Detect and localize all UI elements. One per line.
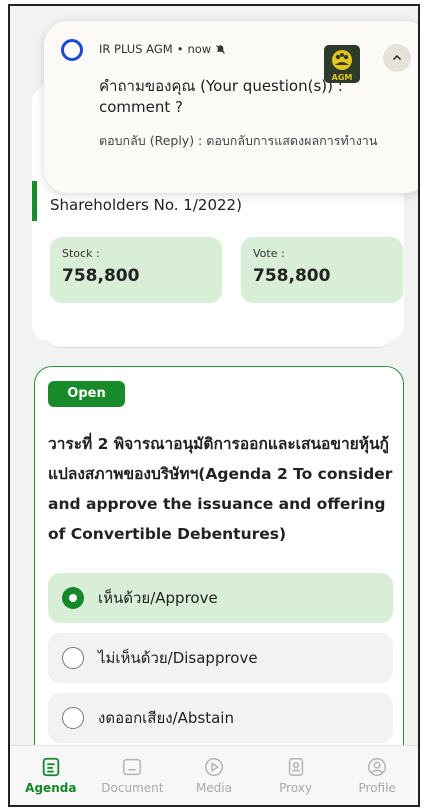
choice-abstain[interactable]: งดออกเสียง/Abstain: [48, 693, 393, 743]
nav-label: Agenda: [25, 781, 77, 795]
nav-label: Profile: [358, 781, 396, 795]
stock-label: Stock :: [62, 247, 100, 260]
stock-value: 758,800: [62, 266, 140, 286]
media-icon: [205, 758, 223, 776]
nav-document[interactable]: Document: [97, 756, 167, 795]
nav-agenda[interactable]: Agenda: [16, 756, 86, 795]
push-notification[interactable]: IR PLUS AGM • now คำถามของคุณ (Your ques…: [44, 21, 418, 193]
choice-disapprove[interactable]: ไม่เห็นด้วย/Disapprove: [48, 633, 393, 683]
collapsed-card: [44, 318, 394, 348]
meeting-accent-bar: [32, 181, 37, 221]
meeting-title: Shareholders No. 1/2022): [50, 196, 242, 214]
agenda-icon: [42, 757, 60, 777]
nav-proxy[interactable]: Proxy: [261, 756, 331, 795]
choice-approve[interactable]: เห็นด้วย/Approve: [48, 573, 393, 623]
proxy-icon: [288, 758, 303, 776]
radio-selected-icon[interactable]: [62, 587, 84, 609]
vote-label: Vote :: [253, 247, 285, 260]
agenda-card: Open วาระที่ 2 พิจารณาอนุมัติการออกและเส…: [34, 366, 404, 786]
bottom-nav: Agenda Document Media Proxy Profile: [10, 745, 418, 805]
radio-empty-icon[interactable]: [62, 647, 84, 669]
logo-text: AGM: [332, 73, 353, 82]
notification-time: now: [187, 42, 212, 56]
collapse-button[interactable]: [383, 44, 411, 72]
nav-label: Media: [195, 781, 232, 795]
chevron-up-icon: [392, 54, 402, 61]
radio-empty-icon[interactable]: [62, 707, 84, 729]
agm-logo-graphic: AGM: [324, 45, 360, 83]
vote-value: 758,800: [253, 266, 331, 286]
nav-label: Document: [101, 781, 164, 795]
agenda-title: วาระที่ 2 พิจารณาอนุมัติการออกและเสนอขาย…: [48, 435, 393, 543]
notification-title: คำถามของคุณ (Your question(s)) : comment…: [99, 77, 343, 116]
bell-muted-icon: [216, 44, 226, 54]
nav-label: Proxy: [279, 781, 313, 795]
agm-logo-icon: AGM: [324, 45, 360, 83]
stock-box: Stock : 758,800: [50, 237, 222, 303]
choice-label: ไม่เห็นด้วย/Disapprove: [98, 649, 258, 667]
app-icon: [61, 39, 83, 61]
app-name: IR PLUS AGM: [99, 42, 173, 56]
nav-profile[interactable]: Profile: [342, 756, 412, 795]
notification-header: IR PLUS AGM • now: [99, 42, 226, 56]
status-badge: Open: [48, 381, 125, 407]
nav-media[interactable]: Media: [179, 756, 249, 795]
choice-label: งดออกเสียง/Abstain: [98, 709, 234, 727]
document-icon: [123, 758, 142, 776]
app-screen: Shareholders No. 1/2022) Stock : 758,800…: [8, 4, 420, 807]
choice-label: เห็นด้วย/Approve: [98, 589, 218, 607]
profile-icon: [368, 758, 387, 776]
separator-dot: •: [176, 42, 184, 56]
notification-text: ตอบกลับ (Reply) : ตอบกลับการแสดงผลการทำง…: [99, 133, 378, 148]
vote-box: Vote : 758,800: [241, 237, 403, 303]
